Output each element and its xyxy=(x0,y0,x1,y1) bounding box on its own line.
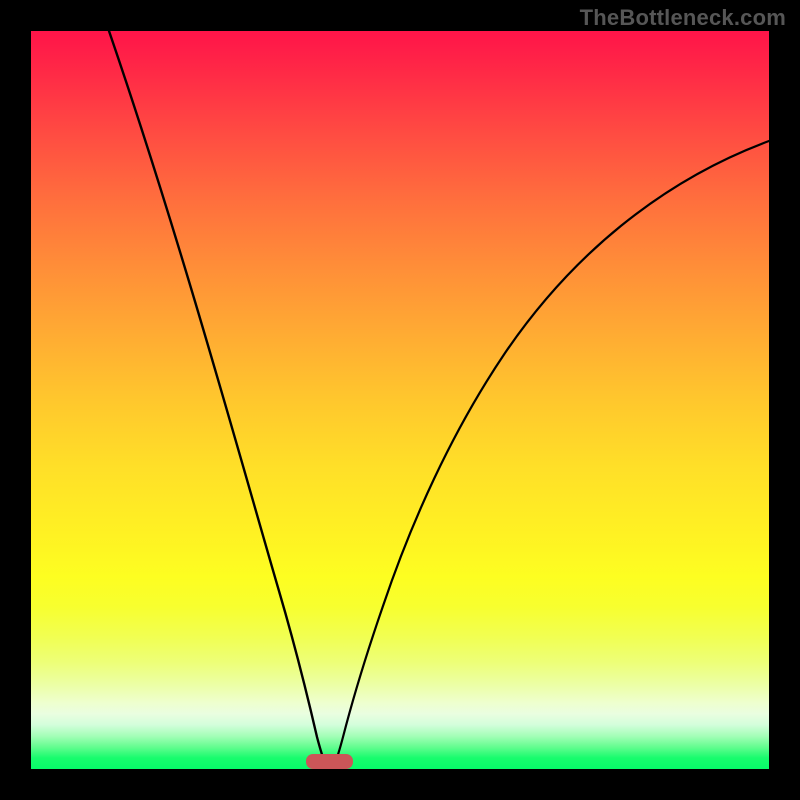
right-curve xyxy=(332,141,769,769)
bottleneck-marker xyxy=(306,754,353,769)
watermark-label: TheBottleneck.com xyxy=(580,5,786,31)
chart-frame: TheBottleneck.com xyxy=(0,0,800,800)
curve-layer xyxy=(31,31,769,769)
left-curve xyxy=(109,31,328,769)
plot-area xyxy=(31,31,769,769)
